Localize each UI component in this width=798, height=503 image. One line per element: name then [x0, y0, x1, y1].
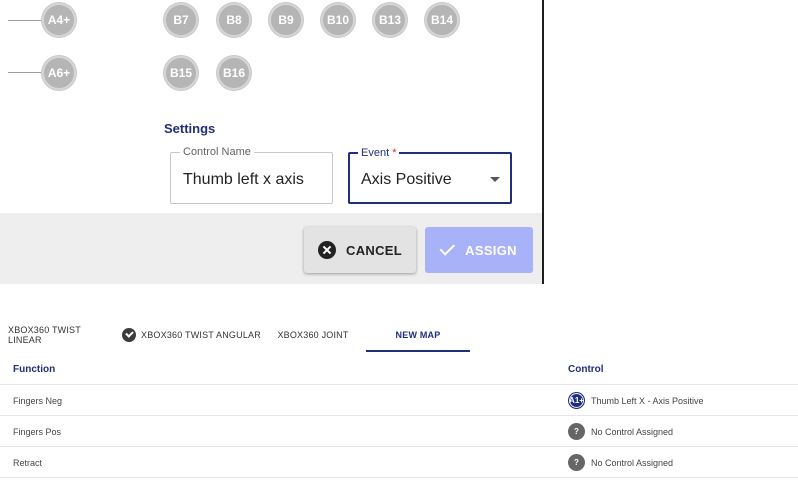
tab-xbox360-joint[interactable]: XBOX360 JOINT — [268, 318, 358, 352]
active-tab-indicator — [366, 350, 470, 352]
controller-button-b15[interactable]: B15 — [164, 56, 198, 90]
check-circle-icon — [122, 328, 136, 342]
control-cell: A1+ Thumb Left X - Axis Positive — [568, 385, 704, 416]
control-cell: ? No Control Assigned — [568, 447, 673, 478]
assign-control-dialog: A4+ A6+ B7 B8 B9 B10 B13 B14 B15 B16 Set… — [0, 0, 542, 284]
control-name-field[interactable]: Control Name Thumb left x axis — [170, 146, 333, 204]
controller-button-b8[interactable]: B8 — [217, 3, 251, 37]
assigned-control-badge: A1+ — [568, 392, 585, 409]
question-mark-icon: ? — [568, 423, 585, 440]
header-control: Control — [568, 364, 604, 375]
event-label: Event * — [358, 147, 400, 160]
control-text: No Control Assigned — [591, 457, 674, 468]
control-name-label: Control Name — [180, 146, 254, 159]
table-row[interactable]: Retract ? No Control Assigned — [0, 447, 798, 478]
cancel-button[interactable]: CANCEL — [304, 227, 416, 273]
controller-button-b13[interactable]: B13 — [373, 3, 407, 37]
header-function: Function — [13, 364, 56, 375]
function-cell: Fingers Neg — [13, 395, 63, 406]
controller-button-b7[interactable]: B7 — [164, 3, 198, 37]
question-mark-icon: ? — [568, 454, 585, 471]
tab-label: XBOX360 TWIST ANGULAR — [141, 330, 261, 340]
tab-label: NEW MAP — [395, 330, 441, 340]
map-tabs: XBOX360 TWIST LINEAR XBOX360 TWIST ANGUL… — [0, 318, 798, 352]
table-row[interactable]: Fingers Pos ? No Control Assigned — [0, 416, 798, 447]
cancel-x-icon — [318, 241, 337, 259]
tab-label: XBOX360 TWIST LINEAR — [8, 325, 81, 345]
assign-button-label: ASSIGN — [465, 242, 517, 258]
axis-button-a4-plus[interactable]: A4+ — [42, 3, 76, 37]
controller-button-b10[interactable]: B10 — [321, 3, 355, 37]
required-asterisk: * — [392, 147, 397, 159]
controller-button-b14[interactable]: B14 — [425, 3, 459, 37]
tab-new-map[interactable]: NEW MAP — [366, 318, 470, 352]
cancel-button-label: CANCEL — [346, 242, 402, 258]
connector-line — [8, 72, 42, 73]
function-cell: Fingers Pos — [13, 426, 62, 437]
settings-heading: Settings — [164, 121, 216, 136]
control-text: Thumb Left X - Axis Positive — [591, 395, 704, 406]
tab-label: XBOX360 JOINT — [277, 330, 349, 340]
connector-line — [8, 20, 42, 21]
dropdown-caret-icon[interactable] — [490, 177, 500, 182]
tab-xbox360-twist-linear[interactable]: XBOX360 TWIST LINEAR — [8, 318, 136, 352]
control-text: No Control Assigned — [591, 426, 674, 437]
control-cell: ? No Control Assigned — [568, 416, 673, 447]
table-row[interactable]: Fingers Neg A1+ Thumb Left X - Axis Posi… — [0, 385, 798, 416]
controller-button-b9[interactable]: B9 — [269, 3, 303, 37]
event-value: Axis Positive — [361, 171, 452, 188]
controller-button-b16[interactable]: B16 — [217, 56, 251, 90]
event-select[interactable]: Event * Axis Positive — [348, 147, 512, 204]
control-name-value[interactable]: Thumb left x axis — [183, 171, 304, 189]
tab-xbox360-twist-angular[interactable]: XBOX360 TWIST ANGULAR — [140, 318, 262, 352]
function-cell: Retract — [13, 457, 43, 468]
assign-button[interactable]: ASSIGN — [425, 227, 533, 273]
check-icon — [439, 240, 456, 256]
table-header: Function Control — [0, 354, 798, 385]
panel-divider — [542, 0, 544, 284]
axis-button-a6-plus[interactable]: A6+ — [42, 56, 76, 90]
